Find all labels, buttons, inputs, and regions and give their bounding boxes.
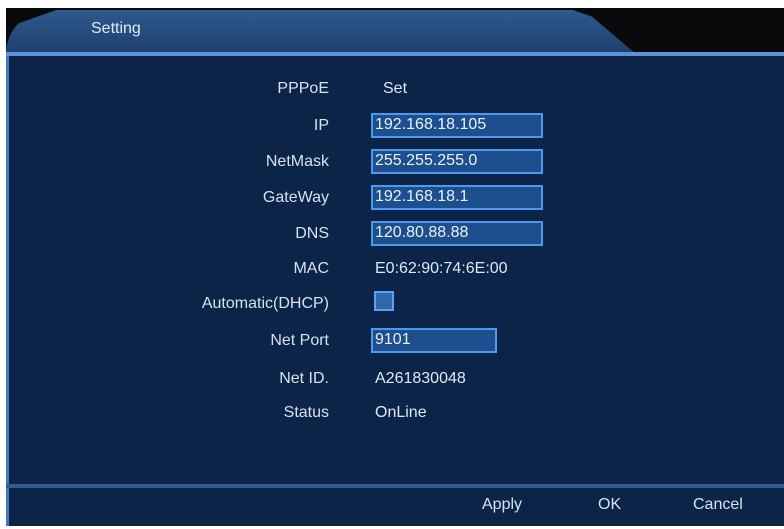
pppoe-label: PPPoE	[277, 80, 329, 97]
status-row: Status OnLine	[9, 400, 784, 426]
dns-input[interactable]: 120.80.88.88	[371, 221, 543, 246]
net-port-row: Net Port 9101	[9, 328, 784, 354]
pppoe-set-button[interactable]: Set	[383, 80, 407, 98]
dns-row: DNS 120.80.88.88	[9, 221, 784, 247]
ok-button[interactable]: OK	[598, 496, 621, 514]
pppoe-row: PPPoE Set	[9, 76, 784, 102]
status-label: Status	[283, 404, 329, 421]
netmask-input[interactable]: 255.255.255.0	[371, 149, 543, 174]
ip-label: IP	[313, 117, 329, 134]
apply-button[interactable]: Apply	[482, 496, 522, 514]
dns-label: DNS	[295, 225, 329, 242]
gateway-row: GateWay 192.168.18.1	[9, 185, 784, 211]
footer-bar: Apply OK Cancel	[6, 488, 784, 526]
ip-row: IP 192.168.18.105	[9, 113, 784, 139]
net-port-label: Net Port	[270, 332, 329, 349]
net-id-row: Net ID. A261830048	[9, 366, 784, 392]
dhcp-checkbox[interactable]	[374, 291, 394, 311]
mac-row: MAC E0:62:90:74:6E:00	[9, 256, 784, 282]
net-id-value: A261830048	[375, 370, 466, 387]
ip-input[interactable]: 192.168.18.105	[371, 113, 543, 138]
settings-window: Setting PPPoE Set IP 192.168.18.105 NetM…	[6, 8, 784, 526]
gateway-input[interactable]: 192.168.18.1	[371, 185, 543, 210]
network-settings-panel: PPPoE Set IP 192.168.18.105 NetMask 255.…	[6, 56, 784, 484]
mac-value: E0:62:90:74:6E:00	[375, 260, 508, 277]
net-id-label: Net ID.	[279, 370, 329, 387]
mac-label: MAC	[293, 260, 329, 277]
net-port-input[interactable]: 9101	[371, 328, 497, 353]
window-title: Setting	[91, 20, 141, 37]
dhcp-label: Automatic(DHCP)	[201, 295, 329, 312]
dhcp-row: Automatic(DHCP)	[9, 291, 784, 317]
status-value: OnLine	[375, 404, 427, 421]
netmask-label: NetMask	[265, 153, 329, 170]
cancel-button[interactable]: Cancel	[693, 496, 743, 514]
netmask-row: NetMask 255.255.255.0	[9, 149, 784, 175]
gateway-label: GateWay	[262, 189, 329, 206]
